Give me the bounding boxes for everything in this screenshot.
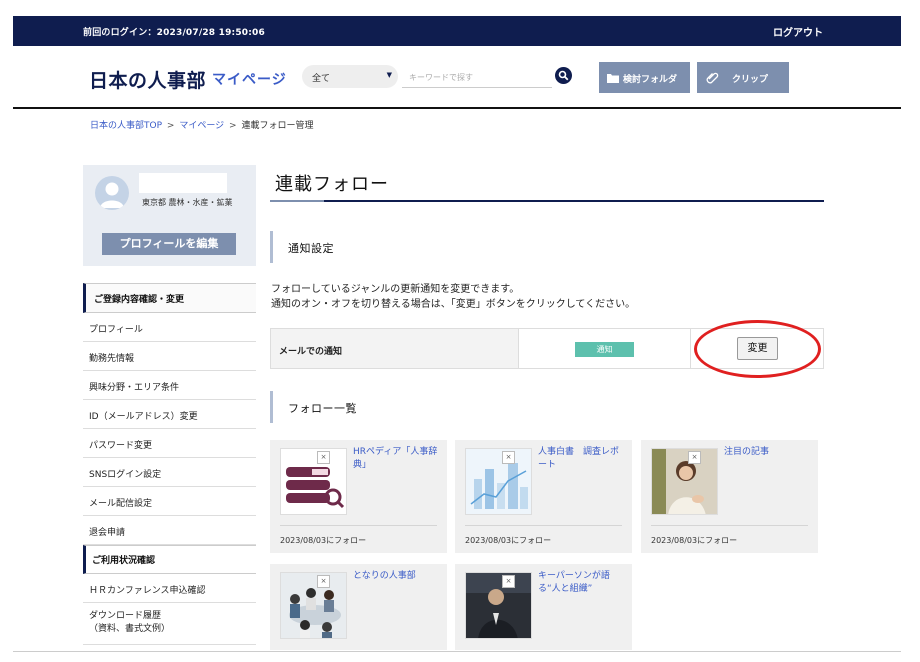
- side-menu-item-mail-settings[interactable]: メール配信設定: [83, 487, 256, 516]
- mypage-label[interactable]: マイページ: [212, 69, 287, 89]
- title-underline: [270, 200, 824, 202]
- side-menu-item-interests[interactable]: 興味分野・エリア条件: [83, 371, 256, 400]
- download-history-label: ダウンロード履歴: [89, 611, 162, 621]
- download-history-sublabel: （資料、書式文例）: [89, 624, 171, 634]
- user-icon: [100, 182, 124, 208]
- folder-icon: [607, 74, 619, 83]
- side-menu-item-password[interactable]: パスワード変更: [83, 429, 256, 458]
- user-location: 東京都 農林・水産・鉱業: [142, 198, 233, 207]
- woman-photo-icon[interactable]: [651, 448, 718, 515]
- woman-photo-image: [652, 449, 717, 514]
- speaker-photo-icon[interactable]: [465, 572, 532, 639]
- last-login-text: 前回のログイン：2023/07/28 19:50:06: [83, 28, 265, 38]
- clip-button-label: クリップ: [732, 75, 769, 85]
- follow-card-title[interactable]: となりの人事部: [353, 570, 439, 583]
- header-divider: [13, 107, 901, 109]
- notify-table: メールでの通知 通知 変更: [270, 328, 824, 369]
- side-menu-section-account: ご登録内容確認・変更: [83, 283, 256, 313]
- follow-card-divider: [280, 525, 437, 526]
- breadcrumb: 日本の人事部TOP > マイページ > 連載フォロー管理: [90, 118, 313, 131]
- notify-description-line: 通知のオン・オフを切り替える場合は、「変更」ボタンをクリックしてください。: [271, 299, 636, 310]
- meeting-photo-image: [281, 573, 346, 638]
- remove-follow-button[interactable]: ×: [688, 451, 701, 464]
- side-menu-item-profile[interactable]: プロフィール: [83, 313, 256, 342]
- side-menu-section-usage: ご利用状況確認: [83, 545, 256, 574]
- follow-card-date: 2023/08/03にフォロー: [465, 536, 552, 545]
- city-chart-icon[interactable]: [465, 448, 532, 515]
- profile-card: 東京都 農林・水産・鉱業 プロフィールを編集: [83, 165, 256, 266]
- side-menu-item-hr-conference[interactable]: ＨＲカンファレンス申込確認: [83, 574, 256, 603]
- caret-down-icon: ▼: [386, 71, 392, 79]
- folder-button[interactable]: 検討フォルダ: [599, 62, 690, 93]
- books-magnifier-icon[interactable]: [280, 448, 347, 515]
- edit-profile-button[interactable]: プロフィールを編集: [102, 233, 236, 255]
- mail-notify-label: メールでの通知: [271, 329, 519, 368]
- breadcrumb-mypage[interactable]: マイページ: [179, 121, 224, 131]
- avatar: [95, 176, 129, 210]
- remove-follow-button[interactable]: ×: [502, 451, 515, 464]
- follow-list-heading: フォロー一覧: [270, 391, 357, 423]
- page-title: 連載フォロー: [275, 174, 389, 195]
- search-input[interactable]: [402, 67, 552, 88]
- user-name-box: [139, 173, 227, 193]
- follow-card-title[interactable]: 注目の記事: [724, 446, 810, 459]
- follow-card-date: 2023/08/03にフォロー: [651, 536, 738, 545]
- change-notify-button[interactable]: 変更: [737, 337, 778, 360]
- follow-card-divider: [651, 525, 808, 526]
- page-bottom-divider: [13, 651, 901, 652]
- title-underline-accent: [270, 200, 324, 202]
- category-select[interactable]: 全て ▼: [302, 65, 398, 88]
- follow-card: × HRペディア「人事辞典」 2023/08/03にフォロー: [270, 440, 447, 553]
- side-menu-item-id-change[interactable]: ID（メールアドレス）変更: [83, 400, 256, 429]
- category-select-value: 全て: [312, 74, 331, 84]
- mail-notify-status-cell: 通知: [520, 329, 691, 368]
- breadcrumb-separator: >: [166, 121, 175, 131]
- follow-card-date: 2023/08/03にフォロー: [280, 536, 367, 545]
- side-menu: ご登録内容確認・変更 プロフィール 勤務先情報 興味分野・エリア条件 ID（メー…: [83, 283, 256, 645]
- search-button[interactable]: [555, 67, 572, 84]
- follow-card: × 人事白書 調査レポート 2023/08/03にフォロー: [455, 440, 632, 553]
- books-magnifier-image: [286, 467, 345, 509]
- search-icon: [558, 70, 569, 81]
- remove-follow-button[interactable]: ×: [502, 575, 515, 588]
- city-chart-image: [466, 449, 531, 514]
- remove-follow-button[interactable]: ×: [317, 451, 330, 464]
- notify-description: フォローしているジャンルの更新通知を変更できます。 通知のオン・オフを切り替える…: [271, 282, 635, 312]
- paperclip-icon: [706, 72, 719, 84]
- top-bar: 前回のログイン：2023/07/28 19:50:06 ログアウト: [13, 16, 901, 46]
- side-menu-item-sns-login[interactable]: SNSログイン設定: [83, 458, 256, 487]
- side-menu-item-withdraw[interactable]: 退会申請: [83, 516, 256, 545]
- follow-card-title[interactable]: キーパーソンが語る“人と組織”: [538, 570, 624, 596]
- folder-button-label: 検討フォルダ: [623, 75, 678, 85]
- follow-card-divider: [465, 525, 622, 526]
- side-menu-item-download-history[interactable]: ダウンロード履歴 （資料、書式文例）: [83, 603, 256, 645]
- clip-button[interactable]: クリップ: [697, 62, 789, 93]
- breadcrumb-home[interactable]: 日本の人事部TOP: [90, 121, 162, 131]
- follow-card: × キーパーソンが語る“人と組織”: [455, 564, 632, 650]
- meeting-photo-icon[interactable]: [280, 572, 347, 639]
- site-header: 日本の人事部 マイページ 全て ▼ 検討フォルダ クリップ: [0, 46, 920, 108]
- site-logo[interactable]: 日本の人事部: [89, 66, 206, 93]
- follow-card-title[interactable]: 人事白書 調査レポート: [538, 446, 624, 472]
- follow-card-title[interactable]: HRペディア「人事辞典」: [353, 446, 439, 472]
- breadcrumb-separator: >: [229, 121, 237, 131]
- follow-card: × となりの人事部: [270, 564, 447, 650]
- notify-description-line: フォローしているジャンルの更新通知を変更できます。: [271, 284, 520, 295]
- notify-settings-heading: 通知設定: [270, 231, 334, 263]
- notify-status-badge: 通知: [575, 342, 634, 357]
- remove-follow-button[interactable]: ×: [317, 575, 330, 588]
- breadcrumb-current: 連載フォロー管理: [241, 121, 314, 131]
- follow-card: × 注目の記事 2023/08/03にフォロー: [641, 440, 818, 553]
- speaker-photo-image: [466, 573, 531, 638]
- side-menu-item-workplace[interactable]: 勤務先情報: [83, 342, 256, 371]
- logout-link[interactable]: ログアウト: [773, 24, 823, 39]
